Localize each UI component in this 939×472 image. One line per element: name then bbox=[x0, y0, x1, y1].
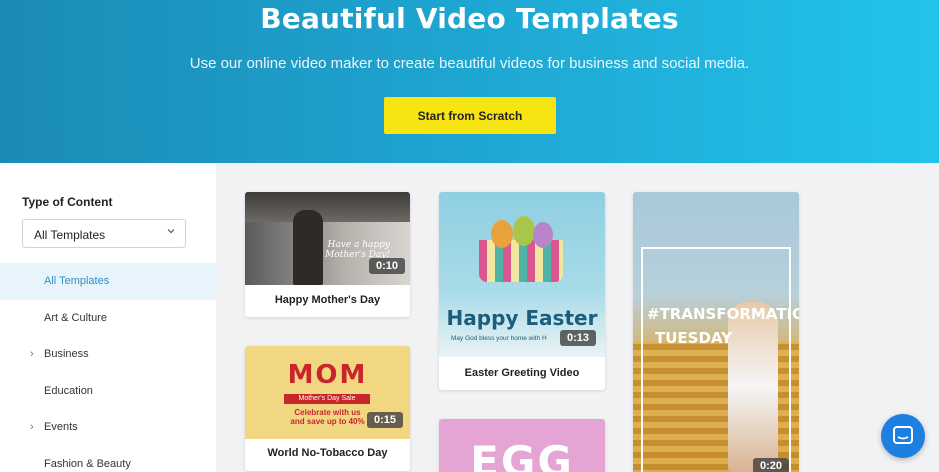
sidebar-item-business[interactable]: › Business bbox=[0, 336, 216, 373]
sidebar-item-label: Business bbox=[44, 348, 89, 361]
sidebar-item-education[interactable]: Education bbox=[0, 373, 216, 410]
template-title: World No-Tobacco Day bbox=[267, 447, 388, 459]
sidebar-item-label: Events bbox=[44, 421, 78, 434]
sidebar-item-all-templates[interactable]: All Templates bbox=[0, 263, 216, 300]
template-thumbnail[interactable]: Happy Easter May God bless your home wit… bbox=[439, 192, 605, 357]
person-shape bbox=[728, 302, 778, 472]
egg-shape bbox=[533, 222, 553, 248]
page-title: Beautiful Video Templates bbox=[260, 2, 679, 35]
sidebar-item-label: Art & Culture bbox=[44, 311, 107, 324]
chat-icon bbox=[893, 426, 913, 444]
chevron-right-icon[interactable]: › bbox=[30, 409, 34, 445]
template-thumbnail[interactable]: Have a happy Mother's Day! 0:10 bbox=[245, 192, 410, 285]
egg-shape bbox=[513, 216, 535, 246]
template-thumbnail[interactable]: MOM Mother's Day Sale Celebrate with us … bbox=[245, 346, 410, 439]
sidebar-item-fashion-beauty[interactable]: Fashion & Beauty bbox=[0, 446, 216, 472]
chevron-right-icon[interactable]: › bbox=[30, 336, 34, 372]
sidebar-item-art-culture[interactable]: Art & Culture bbox=[0, 300, 216, 337]
easter-headline: Happy Easter bbox=[446, 306, 598, 330]
transformation-line1: #TRANSFORMATION bbox=[647, 305, 799, 323]
template-title: Happy Mother's Day bbox=[274, 294, 381, 306]
duration-badge: 0:10 bbox=[369, 258, 405, 274]
chevron-down-icon bbox=[167, 229, 175, 234]
sidebar-item-label: Fashion & Beauty bbox=[44, 457, 131, 470]
easter-subline: May God bless your home with H bbox=[451, 335, 547, 342]
template-card-egg[interactable]: EGG bbox=[439, 419, 605, 472]
template-thumbnail[interactable]: #TRANSFORMATION TUESDAY 0:20 bbox=[633, 192, 799, 472]
transformation-line2: TUESDAY bbox=[655, 329, 732, 347]
sidebar-item-label: Education bbox=[44, 384, 93, 397]
chat-button[interactable] bbox=[881, 414, 925, 458]
promo-headline: MOM bbox=[287, 360, 368, 390]
category-nav: All Templates Art & Culture › Business Ed… bbox=[0, 263, 216, 472]
template-thumbnail[interactable]: EGG bbox=[439, 419, 605, 472]
template-title: Easter Greeting Video bbox=[464, 367, 580, 379]
duration-badge: 0:20 bbox=[753, 458, 789, 472]
egg-headline: EGG bbox=[470, 437, 574, 472]
select-value: All Templates bbox=[34, 228, 106, 242]
template-card-easter[interactable]: Happy Easter May God bless your home wit… bbox=[439, 192, 605, 390]
template-card-no-tobacco[interactable]: MOM Mother's Day Sale Celebrate with us … bbox=[245, 346, 410, 471]
content-type-select[interactable]: All Templates bbox=[22, 219, 186, 248]
sidebar-item-label: All Templates bbox=[44, 275, 110, 287]
sidebar: Type of Content All Templates All Templa… bbox=[0, 163, 216, 472]
hero-banner: Beautiful Video Templates Use our online… bbox=[0, 0, 939, 163]
start-from-scratch-button[interactable]: Start from Scratch bbox=[384, 97, 556, 134]
template-card-mothers-day[interactable]: Have a happy Mother's Day! 0:10 Happy Mo… bbox=[245, 192, 410, 317]
duration-badge: 0:13 bbox=[560, 330, 596, 346]
filter-title: Type of Content bbox=[22, 195, 113, 209]
storefront-shape bbox=[245, 192, 410, 222]
template-card-transformation[interactable]: #TRANSFORMATION TUESDAY 0:20 bbox=[633, 192, 799, 472]
duration-badge: 0:15 bbox=[367, 412, 403, 428]
egg-shape bbox=[491, 220, 513, 248]
hero-subtitle: Use our online video maker to create bea… bbox=[189, 55, 750, 72]
sidebar-item-events[interactable]: › Events bbox=[0, 409, 216, 446]
promo-banner: Mother's Day Sale bbox=[284, 394, 370, 404]
basket-shape bbox=[479, 240, 563, 282]
person-silhouette bbox=[293, 210, 323, 285]
